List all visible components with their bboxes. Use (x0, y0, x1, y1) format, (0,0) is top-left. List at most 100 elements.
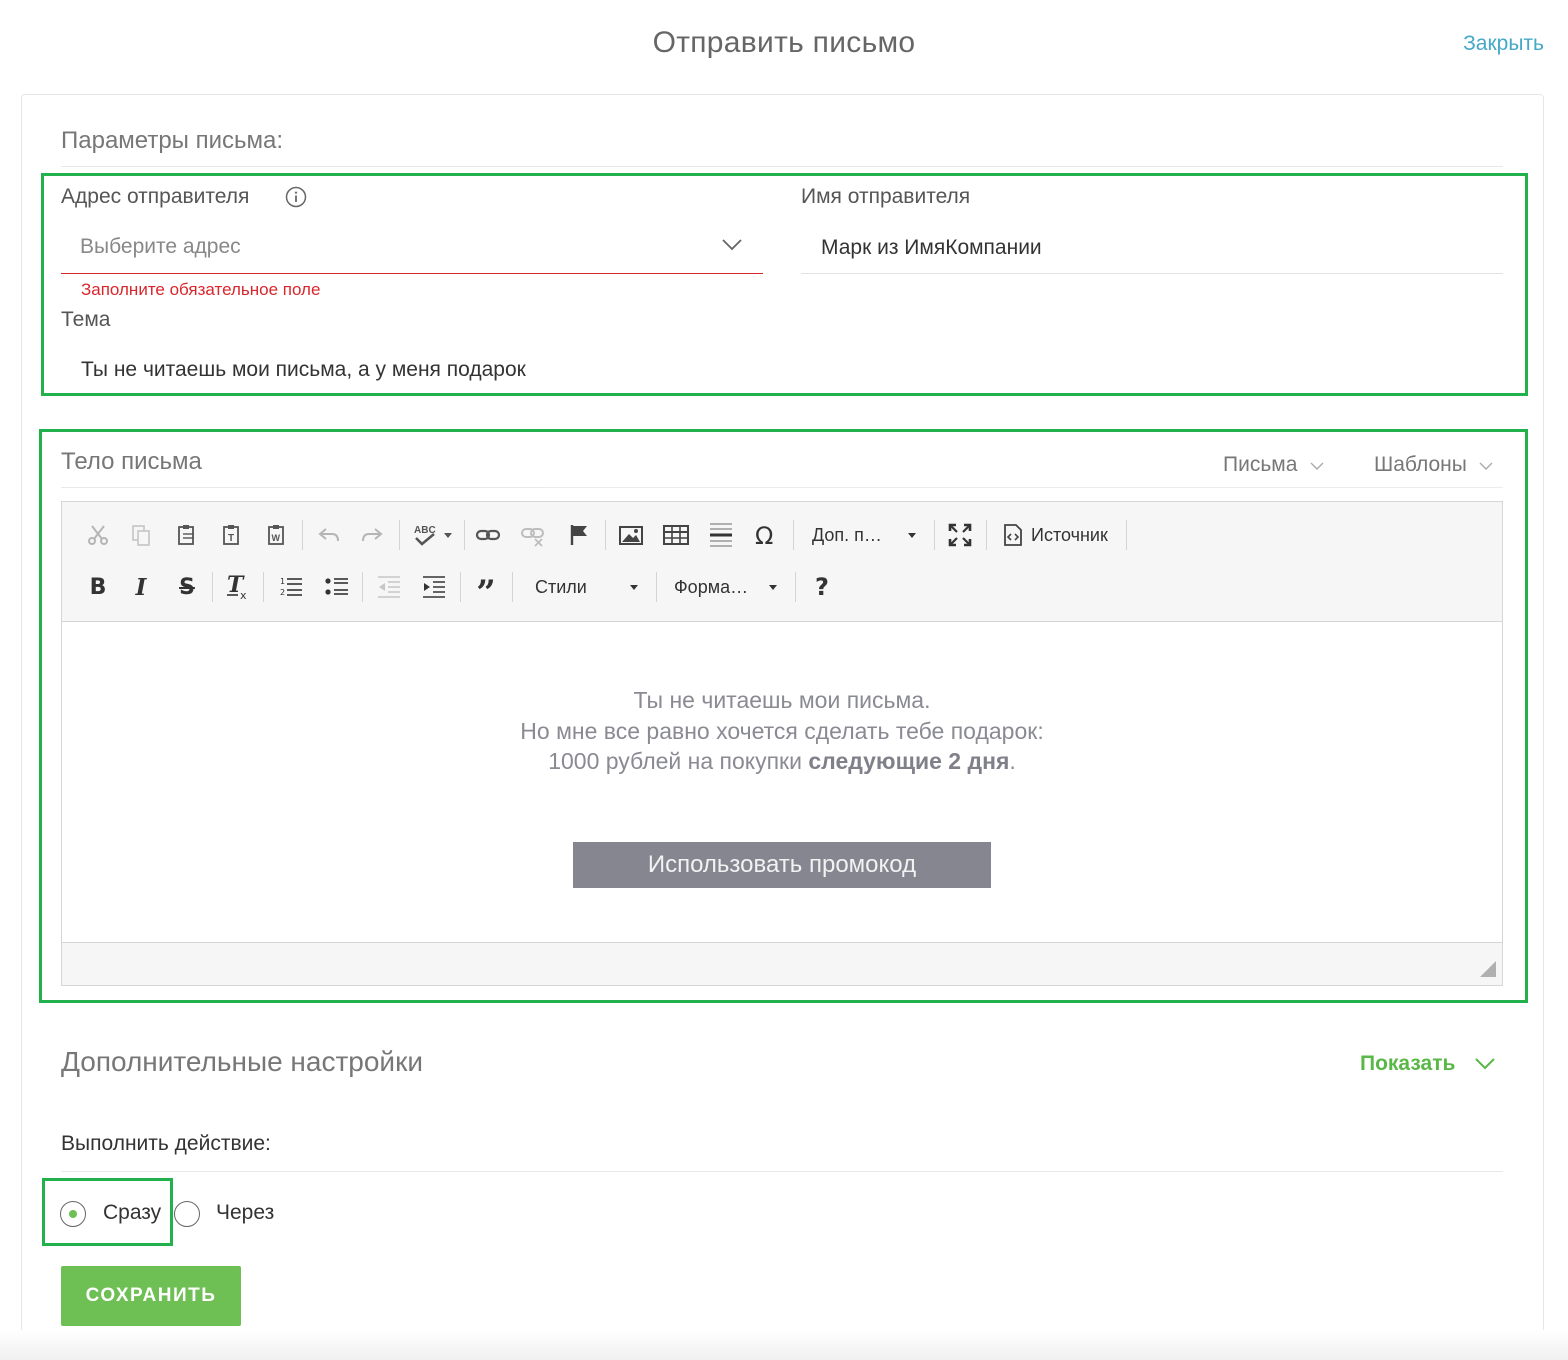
source-code-icon (1004, 524, 1022, 546)
format-combo-label: Форма… (674, 577, 749, 597)
templates-dropdown-label: Шаблоны (1374, 453, 1467, 476)
body-divider-left (61, 487, 541, 488)
redo-icon[interactable] (357, 520, 387, 550)
show-toggle-label: Показать (1360, 1052, 1456, 1075)
toolbar-separator (212, 572, 213, 602)
email-body-line-3-prefix: 1000 рублей на покупки (548, 748, 809, 774)
svg-text:W: W (272, 533, 281, 543)
toolbar-separator (1126, 520, 1127, 550)
toolbar-separator (362, 572, 363, 602)
email-body-line-3-suffix: . (1009, 748, 1016, 774)
extra-settings-title: Дополнительные настройки (61, 1046, 423, 1077)
radio-after[interactable]: Через (174, 1199, 284, 1229)
body-section-title: Тело письма (61, 448, 202, 475)
undo-icon[interactable] (314, 520, 344, 550)
toolbar-separator (302, 520, 303, 550)
toolbar-separator (464, 520, 465, 550)
radio-after-circle[interactable] (174, 1201, 200, 1227)
bulleted-list-icon[interactable] (322, 572, 352, 602)
chevron-down-icon (1479, 462, 1493, 470)
editor-toolbar: T W ABC Ω Доп. п… Источник B I S T x 1 2… (62, 502, 1502, 622)
radio-immediately-circle[interactable] (60, 1201, 86, 1227)
use-promo-code-button[interactable]: Использовать промокод (573, 842, 991, 888)
radio-immediately-label: Сразу (103, 1201, 162, 1224)
close-link[interactable]: Закрыть (1440, 32, 1544, 56)
letters-dropdown-label: Письма (1223, 453, 1298, 476)
styles-combo[interactable]: Стили (524, 571, 649, 603)
radio-immediately[interactable]: Сразу (60, 1199, 170, 1229)
paste-word-icon[interactable]: W (262, 520, 292, 550)
bottom-fade (0, 1330, 1568, 1360)
subject-input[interactable]: Ты не читаешь мои письма, а у меня подар… (61, 342, 1503, 392)
action-divider (61, 1171, 1503, 1172)
info-icon[interactable] (285, 186, 307, 208)
remove-format-icon[interactable]: Tx (222, 572, 252, 602)
letters-dropdown[interactable]: Письма (1223, 453, 1324, 477)
anchor-flag-icon[interactable] (564, 520, 594, 550)
body-divider-right (541, 487, 1503, 488)
help-label: ? (815, 573, 829, 601)
source-button[interactable]: Источник (997, 519, 1125, 551)
sender-address-error: Заполните обязательное поле (81, 280, 321, 299)
templates-dropdown[interactable]: Шаблоны (1374, 453, 1493, 477)
sender-name-label: Имя отправителя (801, 185, 971, 208)
page-title: Отправить письмо (652, 26, 916, 59)
table-icon[interactable] (661, 520, 691, 550)
styles-combo-label: Стили (535, 577, 587, 597)
toolbar-separator (656, 572, 657, 602)
resize-handle-icon[interactable] (1480, 961, 1496, 977)
caret-down-icon (908, 533, 916, 538)
spellcheck-icon[interactable]: ABC (410, 520, 454, 550)
svg-text:1: 1 (280, 577, 285, 586)
toolbar-separator (512, 572, 513, 602)
help-icon[interactable]: ? (807, 572, 837, 602)
email-body-line-3: 1000 рублей на покупки следующие 2 дня. (62, 748, 1502, 775)
image-icon[interactable] (616, 520, 646, 550)
subject-label: Тема (61, 308, 111, 331)
special-char-omega-icon[interactable]: Ω (751, 520, 781, 550)
email-body-line-2: Но мне все равно хочется сделать тебе по… (520, 718, 1044, 744)
source-button-label: Источник (1031, 525, 1108, 545)
chevron-down-icon (1310, 462, 1324, 470)
params-divider (61, 166, 1503, 167)
svg-text:Ω: Ω (755, 522, 773, 548)
toolbar-separator (986, 520, 987, 550)
more-combo[interactable]: Доп. п… (803, 519, 923, 551)
toolbar-separator (605, 520, 606, 550)
blockquote-icon[interactable]: ” (471, 572, 501, 610)
action-label: Выполнить действие: (61, 1132, 271, 1155)
sender-address-select[interactable]: Выберите адрес (61, 220, 763, 274)
toolbar-separator (399, 520, 400, 550)
italic-icon[interactable]: I (126, 572, 156, 602)
toolbar-separator (795, 572, 796, 602)
link-icon[interactable] (473, 520, 503, 550)
copy-icon[interactable] (126, 520, 156, 550)
format-combo[interactable]: Форма… (664, 571, 788, 603)
editor-statusbar (62, 942, 1502, 985)
radio-after-label: Через (216, 1201, 275, 1224)
toolbar-separator (793, 520, 794, 550)
toolbar-separator (460, 572, 461, 602)
horizontal-line-icon[interactable] (706, 520, 736, 550)
numbered-list-icon[interactable]: 12 (276, 572, 306, 602)
show-extra-settings-toggle[interactable]: Показать (1360, 1052, 1495, 1076)
indent-icon[interactable] (419, 572, 449, 602)
params-section-title: Параметры письма: (61, 127, 284, 154)
strikethrough-icon[interactable]: S (172, 572, 202, 602)
sender-address-placeholder: Выберите адрес (80, 235, 241, 258)
unlink-icon[interactable] (518, 520, 548, 550)
sender-name-input[interactable]: Марк из ИмяКомпании (801, 220, 1503, 274)
paste-icon[interactable] (172, 520, 202, 550)
save-button[interactable]: СОХРАНИТЬ (61, 1266, 241, 1326)
paste-text-icon[interactable]: T (217, 520, 247, 550)
caret-down-icon (630, 585, 638, 590)
bold-icon[interactable]: B (83, 572, 113, 602)
sender-name-value: Марк из ИмяКомпании (821, 236, 1042, 259)
cut-icon[interactable] (83, 520, 113, 550)
outdent-icon[interactable] (374, 572, 404, 602)
toolbar-separator (934, 520, 935, 550)
maximize-icon[interactable] (945, 520, 975, 550)
sender-address-label: Адрес отправителя (61, 185, 250, 208)
email-body-line-3-bold: следующие 2 дня (808, 748, 1010, 774)
subject-value: Ты не читаешь мои письма, а у меня подар… (81, 358, 526, 381)
